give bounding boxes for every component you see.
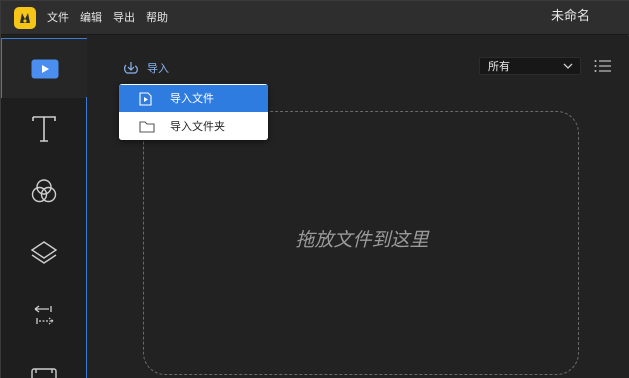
sidebar-item-overlays[interactable] bbox=[1, 222, 87, 284]
sidebar-item-transitions[interactable] bbox=[1, 284, 87, 346]
drop-zone[interactable]: 拖放文件到这里 bbox=[143, 111, 579, 375]
drop-zone-label: 拖放文件到这里 bbox=[295, 229, 429, 251]
title-bar: 文件 编辑 导出 帮助 未命名 bbox=[1, 1, 629, 35]
menu-item-import-file[interactable]: 导入文件 bbox=[119, 85, 268, 112]
import-label: 导入 bbox=[147, 62, 169, 75]
list-icon[interactable] bbox=[594, 59, 612, 73]
chevron-down-icon bbox=[563, 63, 573, 69]
video-file-icon bbox=[139, 92, 152, 106]
sidebar-item-filters[interactable] bbox=[1, 160, 87, 222]
elements-icon bbox=[31, 368, 57, 378]
menu-help[interactable]: 帮助 bbox=[146, 10, 168, 26]
import-button[interactable]: 导入 bbox=[123, 60, 169, 76]
folder-icon bbox=[139, 121, 155, 133]
app-logo-icon bbox=[20, 13, 30, 23]
sidebar-item-elements[interactable] bbox=[1, 346, 87, 378]
menu-file[interactable]: 文件 bbox=[47, 10, 69, 26]
app-logo bbox=[14, 7, 36, 29]
import-icon bbox=[124, 62, 138, 74]
import-dropdown: 导入文件 导入文件夹 bbox=[119, 84, 268, 140]
document-title: 未命名 bbox=[550, 9, 590, 24]
app-window: 文件 编辑 导出 帮助 未命名 导入 所有 拖放文件到这里 导入文件 导入文件夹 bbox=[0, 0, 629, 378]
menu-item-import-folder-label: 导入文件夹 bbox=[170, 120, 225, 133]
menu-item-import-folder[interactable]: 导入文件夹 bbox=[119, 113, 268, 140]
text-icon bbox=[32, 116, 56, 142]
filter-select[interactable]: 所有 bbox=[479, 57, 581, 75]
sidebar-item-media[interactable] bbox=[1, 38, 87, 98]
menu-bar: 文件 编辑 导出 帮助 bbox=[47, 10, 168, 26]
filter-value: 所有 bbox=[488, 60, 510, 73]
menu-edit[interactable]: 编辑 bbox=[80, 10, 102, 26]
filters-icon bbox=[31, 179, 57, 203]
overlays-icon bbox=[30, 241, 58, 264]
sidebar-item-text[interactable] bbox=[1, 98, 87, 160]
transitions-icon bbox=[34, 305, 54, 325]
menu-export[interactable]: 导出 bbox=[113, 10, 135, 26]
menu-item-import-file-label: 导入文件 bbox=[170, 92, 214, 105]
sidebar bbox=[1, 36, 87, 378]
media-play-icon bbox=[31, 59, 58, 78]
